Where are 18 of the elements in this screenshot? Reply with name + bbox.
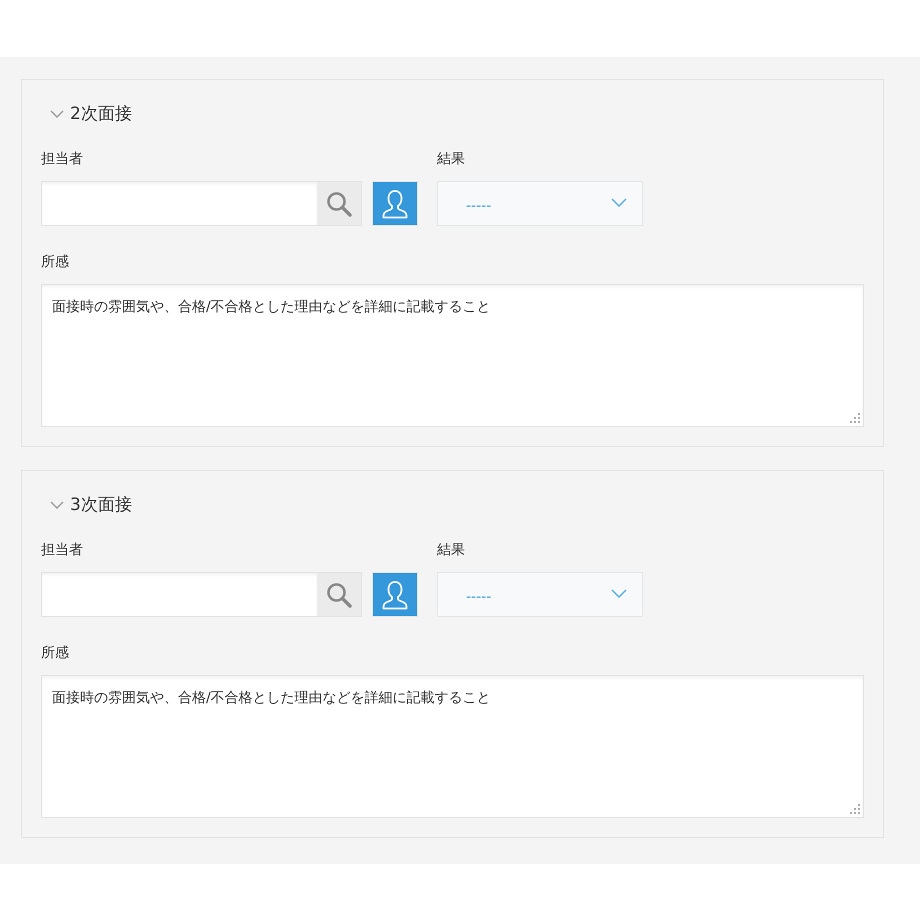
field-label: 結果 [437, 541, 466, 560]
field-label: 所感 [41, 644, 70, 663]
impression-field[interactable]: 面接時の雰囲気や、合格/不合格とした理由などを詳細に記載すること [41, 675, 864, 818]
field-label: 所感 [41, 253, 70, 272]
chevron-icon [611, 198, 627, 207]
group-toggle[interactable]: 3次面接 [41, 493, 132, 517]
person-icon [382, 580, 408, 610]
user-select-button[interactable] [372, 572, 418, 617]
group-toggle[interactable]: 2次面接 [41, 102, 132, 126]
chevron-icon [611, 589, 627, 598]
user-select-button[interactable] [372, 181, 418, 226]
field-label: 担当者 [41, 150, 84, 169]
field-label: 担当者 [41, 541, 84, 560]
resize-grip-icon [849, 412, 861, 424]
field-label: 結果 [437, 150, 466, 169]
person-icon [382, 188, 408, 218]
resize-grip-icon [849, 803, 861, 815]
impression-field[interactable]: 面接時の雰囲気や、合格/不合格とした理由などを詳細に記載すること [41, 284, 864, 427]
